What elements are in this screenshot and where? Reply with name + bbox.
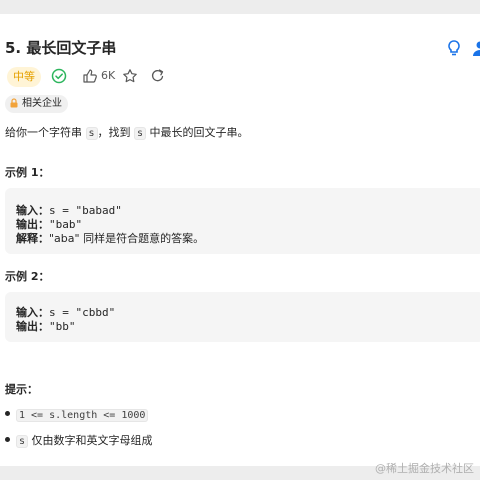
example-1-box: 输入：s = "babad" 输出："bab" 解释："aba" 同样是符合题意…	[5, 188, 480, 254]
share-icon[interactable]	[150, 68, 168, 86]
desc-code-2: s	[134, 127, 147, 140]
avatar-icon[interactable]	[471, 39, 480, 59]
example-2-output: 输出："bb"	[16, 320, 76, 333]
problem-description: 给你一个字符串 s ，找到 s 中最长的回文子串。	[5, 124, 249, 140]
meta-row: 中等 6K	[5, 66, 475, 88]
bullet-dot	[5, 411, 10, 416]
likes-count: 6K	[101, 69, 116, 82]
example-2-box: 输入：s = "cbbd" 输出："bb"	[5, 292, 480, 342]
lightbulb-icon[interactable]	[445, 39, 465, 59]
watermark: @稀土掘金技术社区	[375, 462, 474, 475]
bullet-dot	[5, 437, 10, 442]
star-icon[interactable]	[122, 68, 140, 86]
constraint-item: s 仅由数字和英文字母组成	[5, 432, 153, 448]
thumbs-up-icon[interactable]	[82, 68, 100, 86]
problem-card: 5. 最长回文子串 中等 6K 相关企业 给你一个字符串 s ，找到 s 中最长…	[0, 14, 480, 466]
desc-code-1: s	[85, 127, 98, 140]
company-tag[interactable]: 相关企业	[5, 95, 68, 113]
lock-icon	[10, 98, 18, 108]
desc-text-3: 中最长的回文子串。	[146, 126, 249, 139]
constraints-title: 提示：	[5, 383, 38, 396]
desc-text-2: ，找到	[97, 126, 135, 139]
example-1-explanation: 解释："aba" 同样是符合题意的答案。	[16, 232, 205, 245]
constraint-item: 1 <= s.length <= 1000	[5, 408, 149, 422]
solved-check-icon	[51, 68, 69, 86]
example-1-title: 示例 1：	[5, 166, 50, 179]
title-row: 5. 最长回文子串	[5, 37, 480, 61]
difficulty-badge: 中等	[7, 67, 41, 87]
company-tag-label: 相关企业	[22, 98, 62, 109]
desc-text-1: 给你一个字符串	[5, 126, 86, 139]
problem-title[interactable]: 5. 最长回文子串	[5, 37, 116, 58]
example-2-title: 示例 2：	[5, 270, 50, 283]
